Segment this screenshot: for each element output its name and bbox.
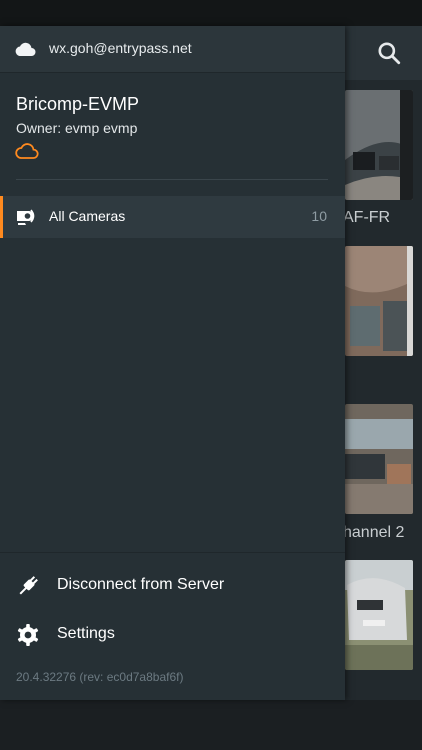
active-indicator: [0, 196, 3, 238]
account-email: wx.goh@entrypass.net: [49, 40, 192, 56]
server-owner: Owner: evmp evmp: [16, 120, 138, 136]
disconnect-button[interactable]: Disconnect from Server: [0, 563, 345, 607]
camera-thumbnail[interactable]: [345, 404, 413, 514]
nav-item-label: All Cameras: [49, 208, 126, 224]
camera-thumbnail[interactable]: [345, 246, 413, 356]
divider: [16, 179, 328, 180]
camera-thumbnail[interactable]: [345, 560, 413, 670]
search-icon[interactable]: [376, 40, 402, 66]
disconnect-label: Disconnect from Server: [57, 576, 225, 593]
status-bar: [0, 0, 422, 26]
account-header[interactable]: wx.goh@entrypass.net: [0, 26, 345, 73]
cloud-icon: [15, 42, 36, 56]
settings-label: Settings: [57, 625, 115, 642]
camera-caption: AF-FR: [343, 209, 391, 226]
settings-button[interactable]: Settings: [0, 612, 345, 656]
app-version: 20.4.32276 (rev: ec0d7a8baf6f): [16, 670, 184, 684]
camera-count: 10: [311, 208, 327, 224]
plug-icon: [19, 576, 38, 595]
camera-caption: hannel 2: [343, 524, 405, 541]
camera-thumbnail[interactable]: [345, 90, 413, 200]
nav-item-all-cameras[interactable]: All Cameras 10: [0, 196, 345, 238]
divider: [0, 552, 345, 553]
gear-icon: [17, 624, 39, 646]
camera-icon: [17, 209, 35, 225]
navigation-drawer: wx.goh@entrypass.net Bricomp-EVMP Owner:…: [0, 26, 345, 700]
server-name: Bricomp-EVMP: [16, 94, 140, 114]
cloud-outline-icon: [15, 143, 39, 159]
bottom-bar: [0, 700, 422, 750]
